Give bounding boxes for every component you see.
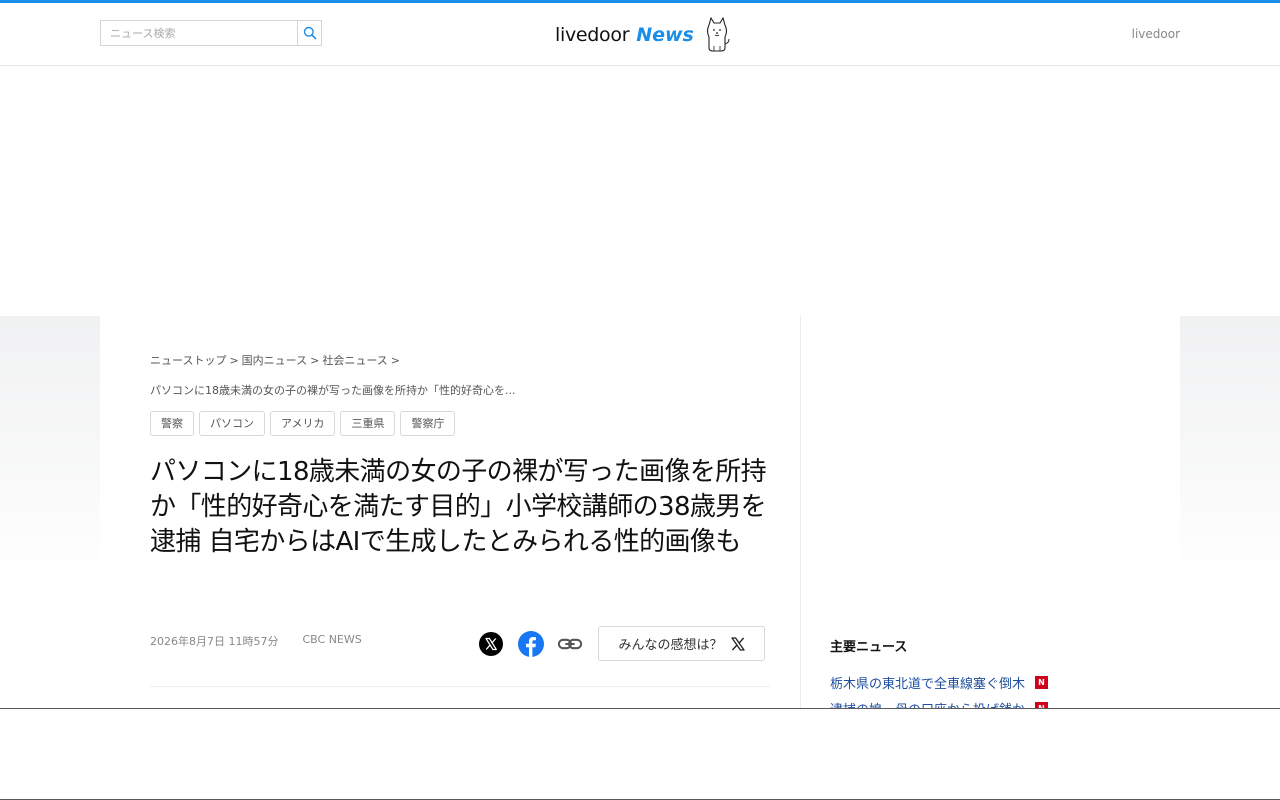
breadcrumb-domestic[interactable]: 国内ニュース [242,354,307,367]
tag-keisatsucho[interactable]: 警察庁 [400,411,456,436]
breadcrumb-separator: > [310,354,320,367]
tag-pasokon[interactable]: パソコン [199,411,265,436]
copy-link-button[interactable] [557,631,583,657]
site-logo[interactable]: livedoor News [555,15,731,55]
breadcrumb-separator: > [390,354,401,367]
site-header: livedoor News livedoor [0,3,1280,66]
logo-livedoor-text: livedoor [555,24,630,46]
reactions-on-x-button[interactable]: みんなの感想は？ [598,626,765,661]
tag-amerika[interactable]: アメリカ [270,411,336,436]
livedoor-top-link[interactable]: livedoor [1132,27,1180,41]
breadcrumb-society[interactable]: 社会ニュース [322,354,387,367]
main-news-link[interactable]: 栃木県の東北道で全車線塞ぐ倒木 [830,673,1025,692]
search-input[interactable] [101,21,297,45]
share-x-button[interactable] [478,631,504,657]
tag-mie[interactable]: 三重県 [340,411,396,436]
search-box [100,20,322,46]
tag-list: 警察 パソコン アメリカ 三重県 警察庁 [150,411,456,436]
tag-keisatsu[interactable]: 警察 [150,411,194,436]
reactions-label: みんなの感想は？ [618,637,723,652]
dog-mascot-icon [706,17,730,52]
search-icon [303,26,316,40]
new-badge: N [1035,675,1049,689]
logo-news-text: News [636,24,694,46]
top-ad-space [0,66,1280,316]
breadcrumb-news-top[interactable]: ニューストップ [150,354,226,367]
share-bar: みんなの感想は？ [478,626,765,661]
search-button[interactable] [297,21,321,45]
article-source[interactable]: CBC NEWS [302,633,361,649]
x-icon [479,631,503,656]
list-item: 栃木県の東北道で全車線塞ぐ倒木 N [830,669,1130,695]
article-title: パソコンに18歳未満の女の子の裸が写った画像を所持か「性的好奇心を満たす目的」小… [150,457,767,557]
article-date: 2026年8月7日 11時57分 [150,635,279,648]
bottom-ad-banner [0,708,1280,800]
share-facebook-button[interactable] [518,630,544,657]
main-news-heading: 主要ニュース [830,640,908,655]
article-divider [150,686,770,687]
article-meta: 2026年8月7日 11時57分 CBC NEWS [150,633,362,649]
link-icon [557,638,583,649]
breadcrumb-current-article: パソコンに18歳未満の女の子の裸が写った画像を所持か「性的好奇心を... [150,384,516,397]
x-logo-icon [730,636,745,651]
breadcrumb-separator: > [229,354,239,367]
breadcrumb: ニューストップ > 国内ニュース > 社会ニュース > [150,352,403,368]
facebook-icon [518,630,544,657]
